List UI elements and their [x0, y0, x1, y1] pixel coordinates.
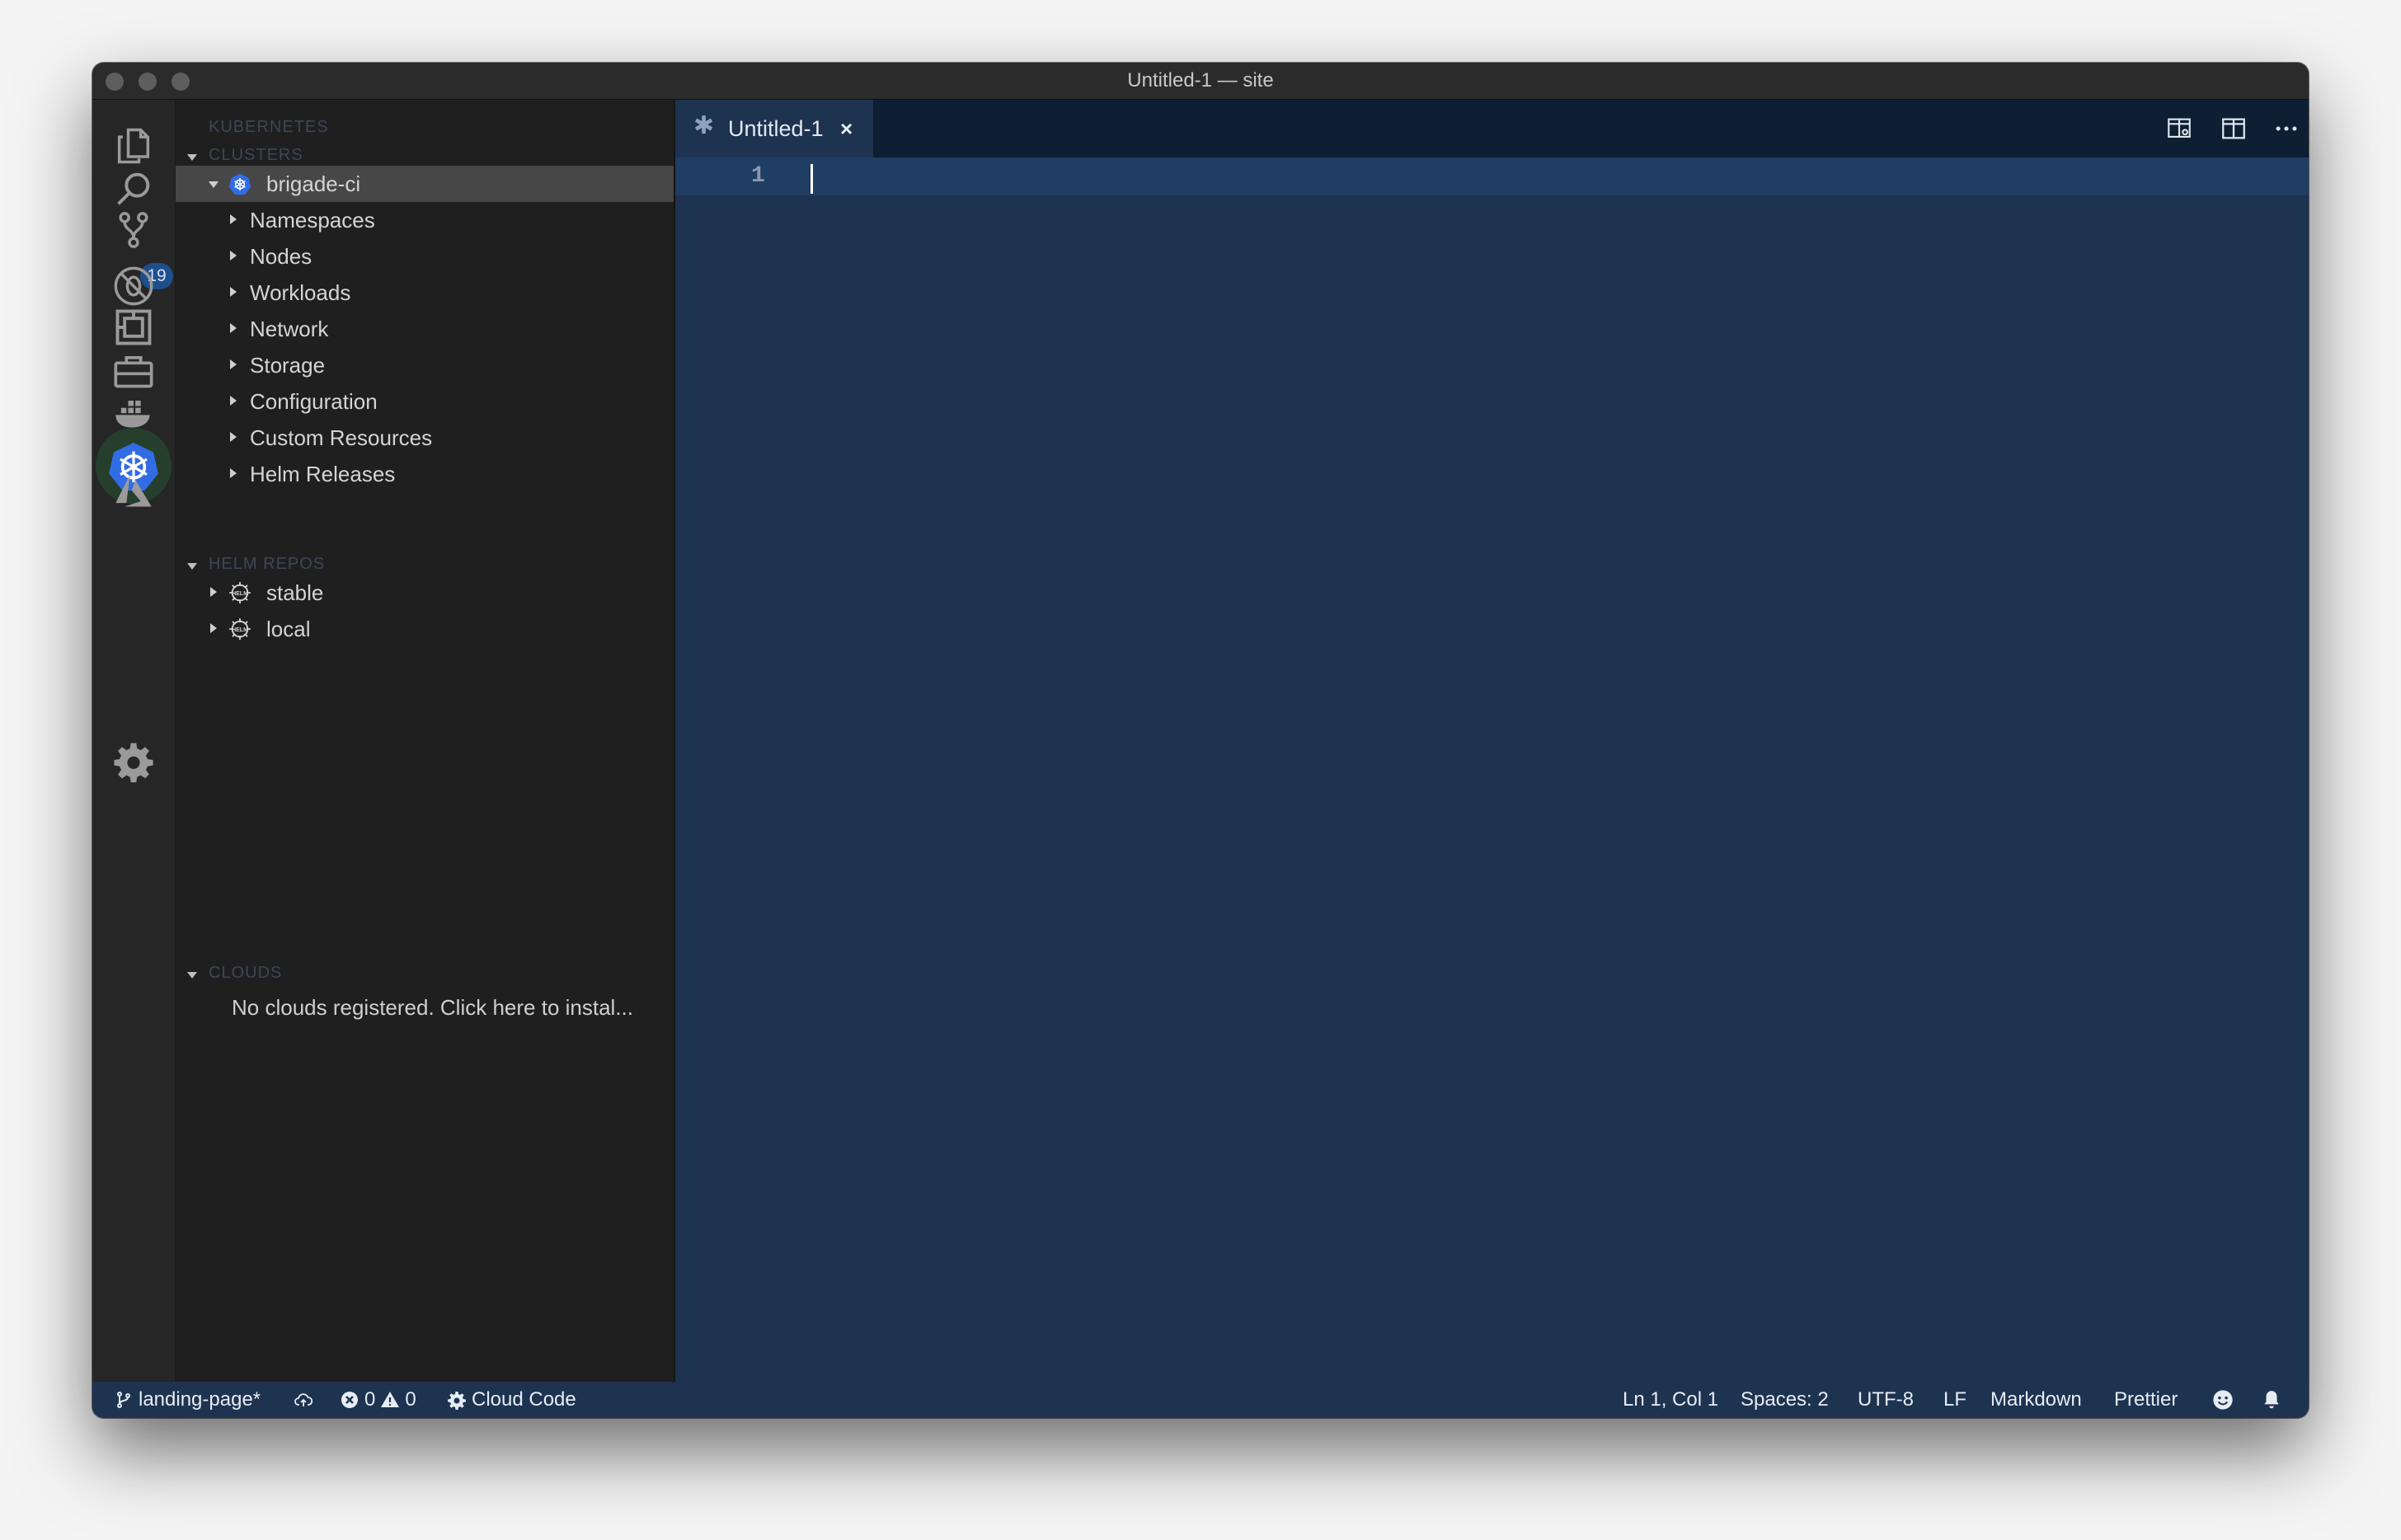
git-branch-indicator[interactable]: landing-page* [114, 1382, 261, 1418]
current-line-highlight [675, 157, 2309, 195]
collapsed-arrow-icon [230, 359, 237, 369]
unsaved-indicator: ✱ [693, 112, 715, 139]
tree-item-label: stable [266, 580, 324, 605]
clouds-section-title[interactable]: CLOUDS [209, 964, 282, 983]
tree-item-label: Helm Releases [250, 462, 396, 486]
window-title: Untitled-1 — site [1127, 69, 1274, 92]
expanded-arrow-icon [209, 181, 218, 188]
collapsed-arrow-icon [210, 587, 217, 597]
clouds-collapse-arrow[interactable] [187, 972, 197, 979]
cloud-code-status[interactable]: Cloud Code [447, 1382, 576, 1418]
settings-gear-icon[interactable] [109, 736, 158, 786]
helm-repos-section-title[interactable]: HELM REPOS [209, 555, 325, 574]
error-icon [341, 1392, 358, 1408]
tree-item-custom-resources[interactable]: Custom Resources [176, 420, 674, 456]
tree-item-label: Workloads [250, 280, 351, 305]
kubernetes-cluster-icon [228, 173, 251, 195]
open-preview-icon[interactable] [2165, 115, 2193, 143]
tree-item-label: local [266, 617, 311, 641]
title-bar: Untitled-1 — site [92, 63, 2309, 100]
tree-item-network[interactable]: Network [176, 311, 674, 347]
error-count: 0 [364, 1388, 376, 1411]
view-title: KUBERNETES [209, 118, 329, 136]
git-branch-icon [117, 1392, 130, 1408]
sync-button[interactable] [294, 1382, 313, 1418]
tab-bar: ✱ Untitled-1 × [675, 100, 2309, 157]
cloud-upload-icon [294, 1393, 313, 1406]
helm-icon: HELM [229, 618, 251, 640]
close-tab-button[interactable]: × [840, 100, 853, 157]
tree-item-helm-repo-local[interactable]: HELM local [176, 611, 674, 647]
collapsed-arrow-icon [230, 287, 237, 297]
tree-item-label: Network [250, 317, 329, 341]
source-control-icon[interactable]: 19 [109, 205, 173, 289]
editor-area[interactable]: ✱ Untitled-1 × 1 [675, 100, 2309, 1382]
clusters-collapse-arrow[interactable] [187, 154, 197, 161]
collapsed-arrow-icon [230, 251, 237, 261]
helm-icon: HELM [229, 582, 251, 603]
collapsed-arrow-icon [230, 432, 237, 442]
tree-item-workloads[interactable]: Workloads [176, 275, 674, 311]
tree-item-label: Nodes [250, 244, 312, 269]
gear-icon [448, 1392, 466, 1410]
cursor-position[interactable]: Ln 1, Col 1 [1623, 1382, 1718, 1418]
extensions-icon[interactable] [109, 303, 158, 352]
tree-item-storage[interactable]: Storage [176, 347, 674, 383]
cloud-code-label: Cloud Code [472, 1388, 576, 1411]
formatter-status[interactable]: Prettier [2114, 1382, 2178, 1418]
indentation-setting[interactable]: Spaces: 2 [1741, 1382, 1829, 1418]
kubernetes-sidebar: KUBERNETES CLUSTERS brigade-ci Namespace… [176, 100, 675, 1382]
warning-count: 0 [405, 1388, 416, 1411]
tree-item-label: Storage [250, 353, 326, 378]
tree-item-helm-releases[interactable]: Helm Releases [176, 456, 674, 492]
tree-item-label: Configuration [250, 389, 378, 414]
no-clouds-message[interactable]: No clouds registered. Click here to inst… [232, 995, 633, 1021]
azure-icon[interactable] [109, 466, 158, 515]
end-of-line[interactable]: LF [1943, 1382, 1966, 1418]
warning-icon [381, 1392, 400, 1407]
tree-item-label: Custom Resources [250, 425, 433, 450]
split-editor-icon[interactable] [2220, 115, 2248, 143]
line-number: 1 [751, 163, 765, 189]
notifications-bell-icon[interactable] [2261, 1382, 2282, 1418]
status-bar: landing-page* 0 0 Cloud Code Ln 1, Col 1… [92, 1382, 2309, 1418]
cluster-name: brigade-ci [266, 171, 361, 196]
feedback-smiley-icon[interactable] [2211, 1382, 2234, 1418]
tree-item-configuration[interactable]: Configuration [176, 383, 674, 420]
svg-text:HELM: HELM [232, 591, 248, 597]
activity-bar: 19 [92, 100, 176, 1382]
tree-item-cluster[interactable]: brigade-ci [176, 166, 674, 202]
file-encoding[interactable]: UTF-8 [1858, 1382, 1914, 1418]
tree-item-helm-repo-stable[interactable]: HELM stable [176, 575, 674, 611]
vscode-window: Untitled-1 — site 19 KUBERNETES CLUSTERS… [92, 63, 2309, 1418]
svg-text:HELM: HELM [232, 627, 248, 633]
problems-indicator[interactable]: 0 0 [340, 1382, 416, 1418]
text-cursor [811, 164, 813, 194]
more-actions-icon[interactable] [2272, 115, 2300, 143]
clusters-section-title[interactable]: CLUSTERS [209, 146, 303, 165]
collapsed-arrow-icon [230, 214, 237, 224]
explorer-icon[interactable] [109, 121, 158, 171]
tab-untitled-1[interactable]: ✱ Untitled-1 × [675, 100, 873, 157]
collapsed-arrow-icon [230, 468, 237, 478]
tree-item-namespaces[interactable]: Namespaces [176, 202, 674, 238]
collapsed-arrow-icon [230, 396, 237, 406]
branch-name: landing-page* [139, 1388, 261, 1411]
helm-repos-collapse-arrow[interactable] [187, 563, 197, 570]
language-mode[interactable]: Markdown [1990, 1382, 2082, 1418]
collapsed-arrow-icon [230, 323, 237, 333]
tab-label: Untitled-1 [728, 116, 824, 141]
tree-item-label: Namespaces [250, 208, 375, 232]
tree-item-nodes[interactable]: Nodes [176, 238, 674, 275]
collapsed-arrow-icon [210, 623, 217, 633]
